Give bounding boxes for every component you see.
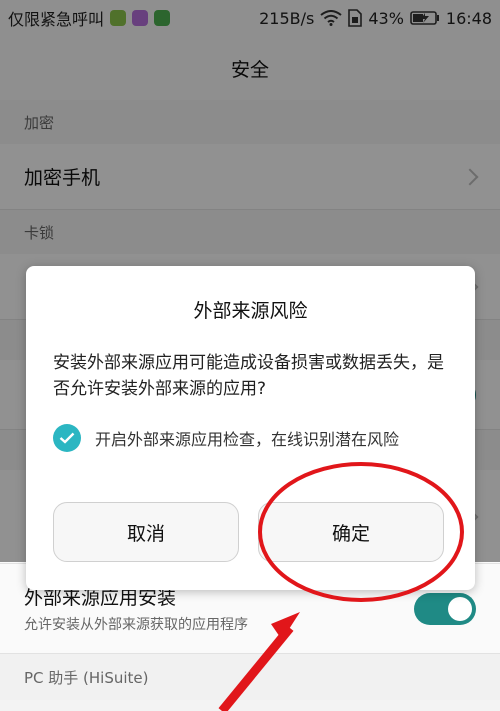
dialog-title: 外部来源风险 bbox=[193, 300, 308, 322]
section-header-pc-suite: PC 助手 (HiSuite) bbox=[0, 654, 500, 700]
checkbox-checked-icon[interactable] bbox=[53, 424, 81, 452]
external-install-subtitle: 允许安装从外部来源获取的应用程序 bbox=[24, 617, 248, 633]
checkbox-label: 开启外部来源应用检查，在线识别潜在风险 bbox=[95, 430, 400, 449]
external-source-risk-dialog: 外部来源风险 安装外部来源应用可能造成设备损害或数据丢失，是否允许安装外部来源的… bbox=[26, 266, 475, 590]
confirm-button[interactable]: 确定 bbox=[258, 502, 444, 562]
external-check-option[interactable]: 开启外部来源应用检查，在线识别潜在风险 bbox=[53, 424, 399, 452]
external-install-toggle[interactable] bbox=[414, 592, 476, 625]
dialog-message: 安装外部来源应用可能造成设备损害或数据丢失，是否允许安装外部来源的应用? bbox=[53, 353, 444, 399]
cancel-button[interactable]: 取消 bbox=[53, 502, 239, 562]
